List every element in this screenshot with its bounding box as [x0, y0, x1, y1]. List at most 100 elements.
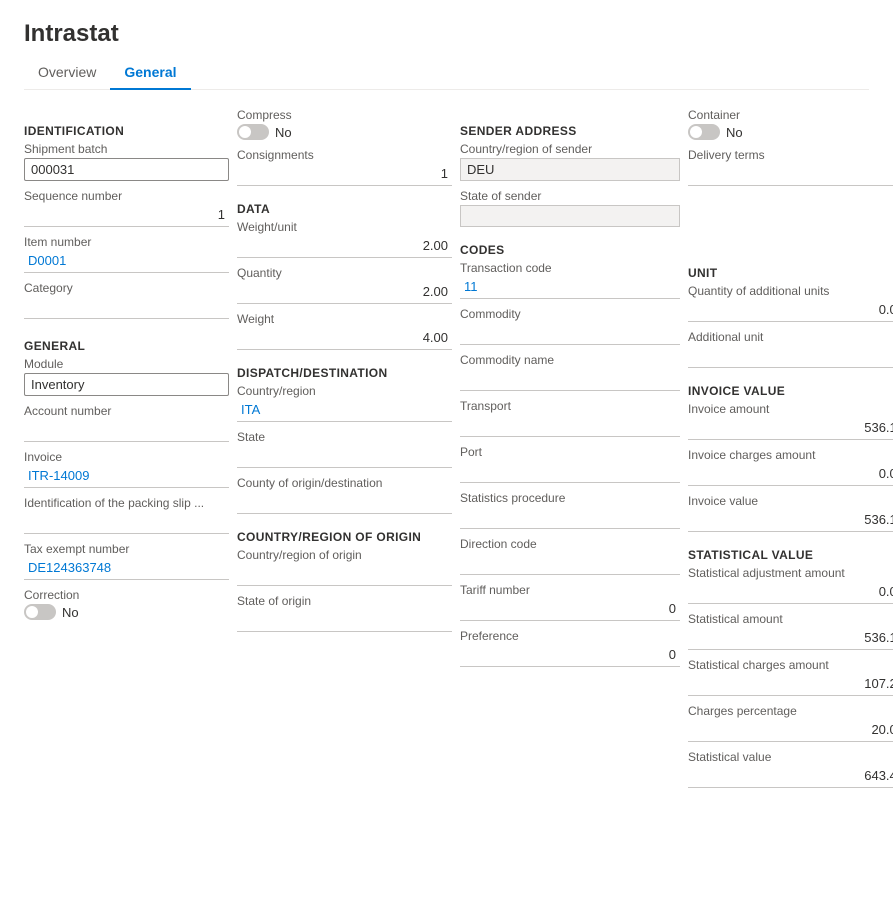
sequence-number-label: Sequence number — [24, 189, 229, 203]
correction-toggle-row: No — [24, 604, 229, 620]
tariff-number-value[interactable]: 0 — [460, 599, 680, 621]
account-number-label: Account number — [24, 404, 229, 418]
country-region-value[interactable]: ITA — [237, 400, 452, 422]
invoice-amount-value[interactable]: 536.18 — [688, 418, 893, 440]
correction-group: Correction No — [24, 588, 229, 620]
stat-amount-value[interactable]: 536.18 — [688, 628, 893, 650]
direction-code-value[interactable] — [460, 553, 680, 575]
country-region-origin-value[interactable] — [237, 564, 452, 586]
tab-overview[interactable]: Overview — [24, 58, 110, 90]
qty-additional-value[interactable]: 0.00 — [688, 300, 893, 322]
transport-value[interactable] — [460, 415, 680, 437]
transport-label: Transport — [460, 399, 680, 413]
consignments-value[interactable]: 1 — [237, 164, 452, 186]
quantity-label: Quantity — [237, 266, 452, 280]
correction-label: Correction — [24, 588, 229, 602]
packing-slip-value[interactable] — [24, 512, 229, 534]
invoice-charges-label: Invoice charges amount — [688, 448, 893, 462]
tax-exempt-value[interactable]: DE124363748 — [24, 558, 229, 580]
compress-toggle-row: No — [237, 124, 452, 140]
stat-adjustment-group: Statistical adjustment amount 0.00 — [688, 566, 893, 604]
packing-slip-label: Identification of the packing slip ... — [24, 496, 229, 510]
preference-label: Preference — [460, 629, 680, 643]
charges-pct-label: Charges percentage — [688, 704, 893, 718]
account-number-group: Account number — [24, 404, 229, 442]
container-toggle[interactable] — [688, 124, 720, 140]
tax-exempt-group: Tax exempt number DE124363748 — [24, 542, 229, 580]
tab-general[interactable]: General — [110, 58, 190, 90]
state-group: State — [237, 430, 452, 468]
statistics-procedure-value[interactable] — [460, 507, 680, 529]
direction-code-label: Direction code — [460, 537, 680, 551]
stat-amount-group: Statistical amount 536.18 — [688, 612, 893, 650]
account-number-value[interactable] — [24, 420, 229, 442]
state-value[interactable] — [237, 446, 452, 468]
invoice-amount-group: Invoice amount 536.18 — [688, 402, 893, 440]
sequence-number-value[interactable]: 1 — [24, 205, 229, 227]
unit-header: UNIT — [688, 266, 893, 280]
correction-toggle[interactable] — [24, 604, 56, 620]
identification-header: IDENTIFICATION — [24, 124, 229, 138]
state-of-origin-value[interactable] — [237, 610, 452, 632]
shipment-batch-value[interactable]: 000031 — [24, 158, 229, 181]
country-region-sender-group: Country/region of sender DEU — [460, 142, 680, 181]
invoice-group: Invoice ITR-14009 — [24, 450, 229, 488]
additional-unit-label: Additional unit — [688, 330, 893, 344]
stat-charges-value[interactable]: 107.24 — [688, 674, 893, 696]
container-label: Container — [688, 108, 893, 122]
delivery-terms-value[interactable] — [688, 164, 893, 186]
container-toggle-label: No — [726, 125, 743, 140]
county-value[interactable] — [237, 492, 452, 514]
preference-value[interactable]: 0 — [460, 645, 680, 667]
module-value[interactable]: Inventory — [24, 373, 229, 396]
codes-header: CODES — [460, 243, 680, 257]
preference-group: Preference 0 — [460, 629, 680, 667]
qty-additional-group: Quantity of additional units 0.00 — [688, 284, 893, 322]
statistics-procedure-label: Statistics procedure — [460, 491, 680, 505]
sequence-number-group: Sequence number 1 — [24, 189, 229, 227]
compress-toggle[interactable] — [237, 124, 269, 140]
quantity-value[interactable]: 2.00 — [237, 282, 452, 304]
container-toggle-row: No — [688, 124, 893, 140]
weight-value[interactable]: 4.00 — [237, 328, 452, 350]
statistical-value-header: STATISTICAL VALUE — [688, 548, 893, 562]
category-value[interactable] — [24, 297, 229, 319]
shipment-batch-group: Shipment batch 000031 — [24, 142, 229, 181]
item-number-label: Item number — [24, 235, 229, 249]
compress-group: Compress No — [237, 108, 452, 140]
charges-pct-value[interactable]: 20.00 — [688, 720, 893, 742]
country-region-origin-label: Country/region of origin — [237, 548, 452, 562]
column-2: Compress No Consignments 1 DATA Weight/u… — [237, 108, 452, 796]
invoice-value[interactable]: ITR-14009 — [24, 466, 229, 488]
commodity-group: Commodity — [460, 307, 680, 345]
tax-exempt-label: Tax exempt number — [24, 542, 229, 556]
port-group: Port — [460, 445, 680, 483]
state-of-sender-group: State of sender — [460, 189, 680, 227]
main-grid: IDENTIFICATION Shipment batch 000031 Seq… — [24, 108, 869, 796]
additional-unit-value[interactable] — [688, 346, 893, 368]
country-region-group: Country/region ITA — [237, 384, 452, 422]
port-value[interactable] — [460, 461, 680, 483]
stat-value-value[interactable]: 643.42 — [688, 766, 893, 788]
state-of-origin-label: State of origin — [237, 594, 452, 608]
commodity-value[interactable] — [460, 323, 680, 345]
transaction-code-value[interactable]: 11 — [460, 277, 680, 299]
invoice-value-group: Invoice value 536.18 — [688, 494, 893, 532]
commodity-name-group: Commodity name — [460, 353, 680, 391]
commodity-name-value[interactable] — [460, 369, 680, 391]
invoice-value-value[interactable]: 536.18 — [688, 510, 893, 532]
country-region-origin-group: Country/region of origin — [237, 548, 452, 586]
state-label: State — [237, 430, 452, 444]
country-origin-header: COUNTRY/REGION OF ORIGIN — [237, 530, 452, 544]
charges-pct-group: Charges percentage 20.00 — [688, 704, 893, 742]
data-section-header: DATA — [237, 202, 452, 216]
invoice-charges-value[interactable]: 0.00 — [688, 464, 893, 486]
item-number-value[interactable]: D0001 — [24, 251, 229, 273]
invoice-charges-group: Invoice charges amount 0.00 — [688, 448, 893, 486]
stat-adjustment-value[interactable]: 0.00 — [688, 582, 893, 604]
weight-unit-value[interactable]: 2.00 — [237, 236, 452, 258]
category-group: Category — [24, 281, 229, 319]
sender-header: SENDER ADDRESS — [460, 124, 680, 138]
consignments-group: Consignments 1 — [237, 148, 452, 186]
state-of-sender-label: State of sender — [460, 189, 680, 203]
